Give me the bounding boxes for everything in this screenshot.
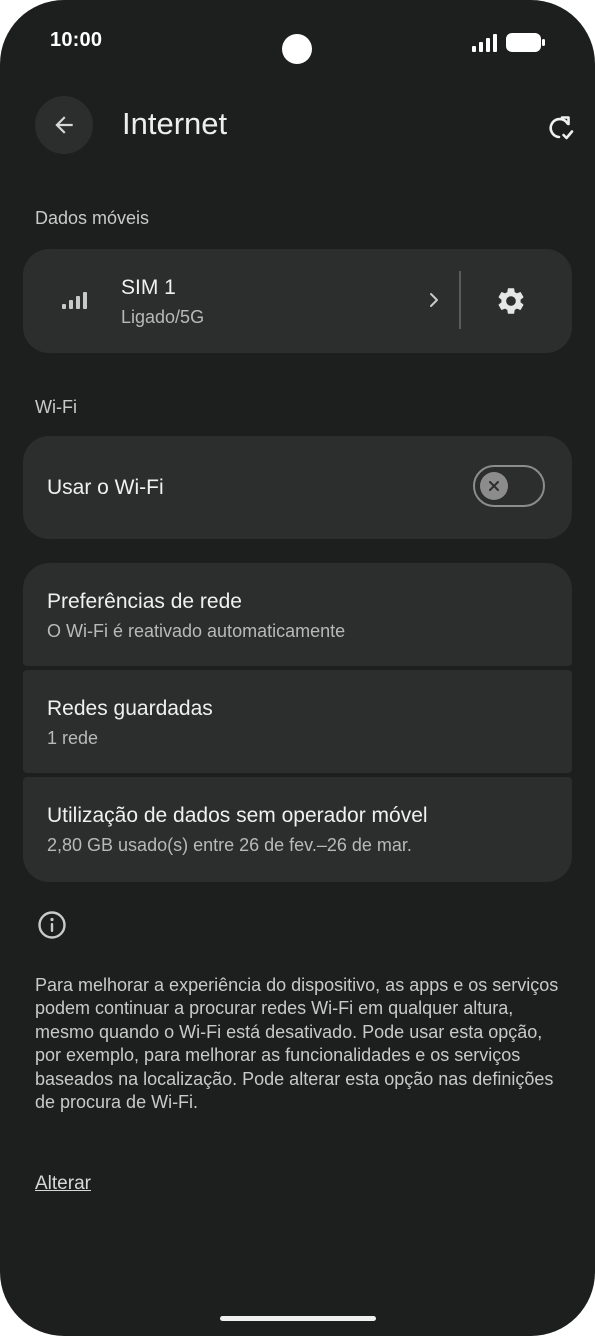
change-link[interactable]: Alterar: [35, 1173, 91, 1195]
wifi-section-label: Wi-Fi: [35, 397, 77, 417]
close-icon: [489, 481, 499, 491]
chevron-right-icon: [430, 293, 438, 307]
page-title: Internet: [122, 106, 228, 141]
status-bar: 10:00: [0, 0, 595, 90]
gear-icon: [498, 288, 524, 314]
status-time: 10:00: [50, 29, 103, 51]
wifi-scanning-info: Para melhorar a experiência do dispositi…: [35, 975, 559, 1113]
front-camera: [282, 34, 312, 64]
refresh-icon: [549, 116, 574, 140]
arrow-back-icon: [55, 116, 73, 134]
row-subtitle: 2,80 GB usado(s) entre 26 de fev.–26 de …: [47, 835, 412, 855]
sim-name: SIM 1: [121, 276, 176, 299]
back-button[interactable]: [35, 96, 93, 154]
reset-internet-button[interactable]: [540, 108, 580, 148]
signal-icon: [472, 34, 497, 52]
use-wifi-row[interactable]: Usar o Wi-Fi: [23, 436, 572, 539]
row-subtitle: O Wi-Fi é reativado automaticamente: [47, 621, 346, 641]
info-icon: [38, 911, 66, 939]
phone-screen: 10:00 Internet Dados móveis SIM 1 Ligado…: [0, 0, 595, 1336]
divider: [459, 271, 461, 329]
saved-networks-row[interactable]: Redes guardadas 1 rede: [23, 670, 572, 773]
battery-icon: [506, 33, 545, 52]
sim-card-row: SIM 1 Ligado/5G: [23, 249, 572, 353]
mobile-data-section-label: Dados móveis: [35, 208, 150, 228]
wifi-toggle[interactable]: [473, 465, 545, 507]
sim-settings-button[interactable]: [489, 279, 533, 323]
use-wifi-label: Usar o Wi-Fi: [47, 476, 164, 499]
row-title: Redes guardadas: [47, 697, 213, 720]
sim-details-link[interactable]: SIM 1 Ligado/5G: [23, 249, 459, 353]
home-indicator[interactable]: [220, 1316, 376, 1321]
non-carrier-data-usage-row[interactable]: Utilização de dados sem operador móvel 2…: [23, 777, 572, 882]
row-subtitle: 1 rede: [47, 728, 99, 748]
network-preferences-row[interactable]: Preferências de rede O Wi-Fi é reativado…: [23, 563, 572, 666]
row-title: Preferências de rede: [47, 590, 242, 613]
sim-status: Ligado/5G: [121, 307, 205, 327]
row-title: Utilização de dados sem operador móvel: [47, 804, 428, 827]
top-app-bar: Internet: [0, 92, 595, 162]
toggle-thumb: [480, 472, 508, 500]
